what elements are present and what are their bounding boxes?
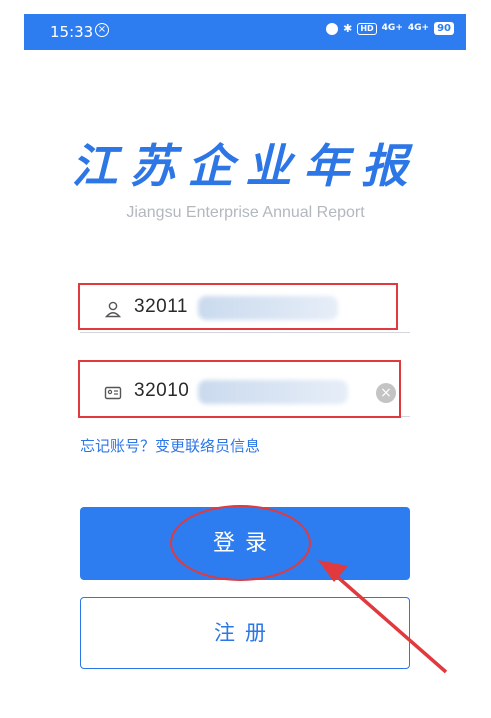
status-icons: ✱ HD 4G+ 4G+ 90	[326, 22, 454, 35]
forgot-account-link[interactable]: 忘记账号？变更联络员信息	[80, 435, 260, 456]
hd-icon: HD	[357, 22, 377, 35]
alarm-icon	[326, 22, 339, 35]
app-logo-title: 江苏企业年报	[71, 139, 420, 193]
status-time: 15:33	[50, 23, 94, 41]
register-button[interactable]: 注册	[80, 597, 410, 669]
notification-icon: ×	[95, 23, 109, 37]
battery-icon: 90	[434, 22, 454, 35]
signal-icon-2: 4G+	[407, 23, 430, 33]
annotation-box-credential	[78, 360, 401, 418]
signal-icon-1: 4G+	[381, 23, 403, 33]
annotation-circle-login	[170, 505, 311, 581]
status-bar: 15:33 × ✱ HD 4G+ 4G+ 90	[24, 14, 466, 50]
annotation-box-username	[78, 283, 398, 330]
bluetooth-icon: ✱	[343, 22, 353, 35]
app-logo-subtitle: Jiangsu Enterprise Annual Report	[126, 204, 365, 221]
